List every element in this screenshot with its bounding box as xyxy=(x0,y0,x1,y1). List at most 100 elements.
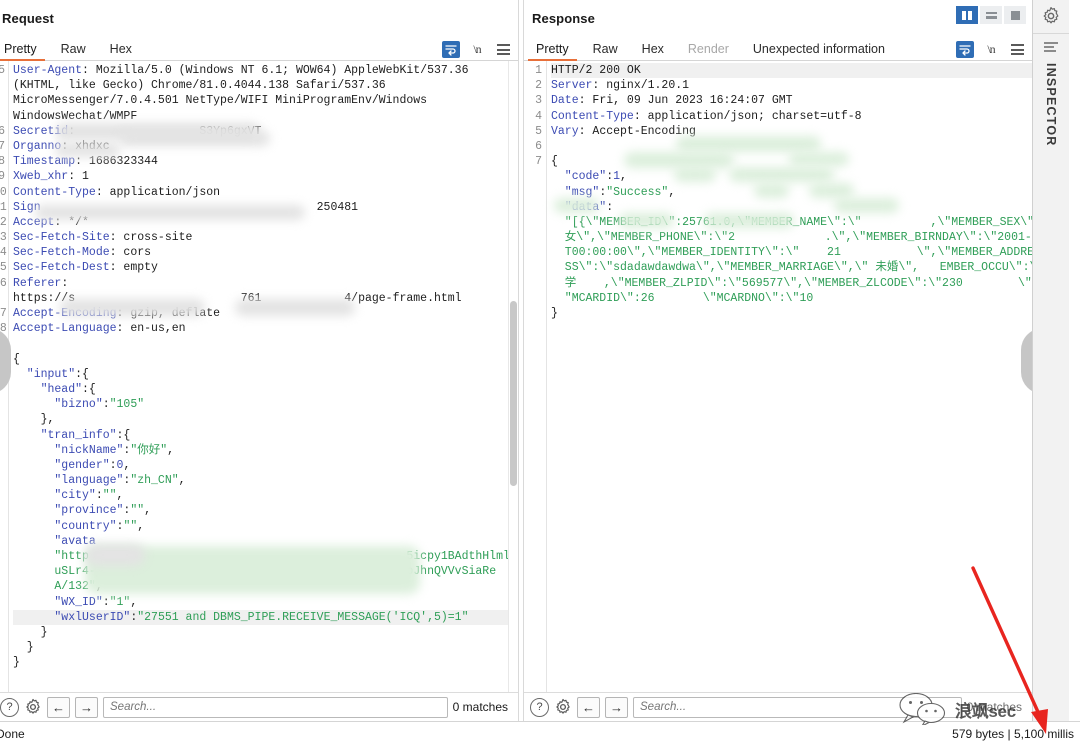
code-line[interactable]: A/132", xyxy=(13,579,518,594)
code-line[interactable]: Accept-Language: en-us,en xyxy=(13,321,518,336)
code-line[interactable]: HTTP/2 200 OK xyxy=(551,63,1032,79)
help-icon[interactable]: ? xyxy=(0,697,19,717)
request-editor[interactable]: 567891011121314151617181920 User-Agent: … xyxy=(0,61,518,692)
code-line[interactable]: "WX_ID":"1", xyxy=(13,595,518,610)
wrap-lines-icon[interactable] xyxy=(442,41,460,58)
code-line[interactable]: 女\",\"MEMBER_PHONE\":\"2 .\",\"MEMBER_BI… xyxy=(551,230,1032,245)
code-line[interactable]: "bizno":"105" xyxy=(13,397,518,412)
code-line[interactable]: "code":1, xyxy=(551,169,1032,184)
single-pane-icon[interactable] xyxy=(1004,6,1026,24)
code-line[interactable]: Sign 250481 xyxy=(13,200,518,215)
code-line[interactable]: "http 5icpy1BAdthHlml4 xyxy=(13,549,518,564)
code-line[interactable]: "avata xyxy=(13,534,518,549)
menu-icon[interactable] xyxy=(1008,41,1026,58)
code-line[interactable]: https://s 761 4/page-frame.html xyxy=(13,291,518,306)
tab-request-pretty[interactable]: Pretty xyxy=(0,42,49,61)
code-line[interactable]: 学 ,\"MEMBER_ZLPID\":\"569577\",\"MEMBER_… xyxy=(551,276,1032,291)
code-line[interactable]: "country":"", xyxy=(13,519,518,534)
inspector-label: INSPECTOR xyxy=(1044,63,1058,147)
wrap-lines-icon[interactable] xyxy=(956,41,974,58)
code-line[interactable]: "gender":0, xyxy=(13,458,518,473)
code-line[interactable]: { xyxy=(551,154,1032,169)
show-newlines-icon[interactable]: \n xyxy=(468,41,486,58)
line-number xyxy=(524,200,542,215)
help-icon[interactable]: ? xyxy=(530,697,549,717)
tab-response-raw[interactable]: Raw xyxy=(581,42,630,60)
code-line[interactable]: Organno: xhdxc xyxy=(13,139,518,154)
code-line[interactable]: "input":{ xyxy=(13,367,518,382)
code-line[interactable]: Secretid: S3Yp6gxVT xyxy=(13,124,518,139)
code-line[interactable]: "MCARDID\":26 \"MCARDNO\":\"10 xyxy=(551,291,1032,306)
line-number xyxy=(524,185,542,200)
code-line[interactable]: } xyxy=(13,625,518,640)
line-number xyxy=(524,245,542,260)
code-line[interactable]: "language":"zh_CN", xyxy=(13,473,518,488)
code-line[interactable]: Sec-Fetch-Mode: cors xyxy=(13,245,518,260)
code-line[interactable]: T00:00:00\",\"MEMBER_IDENTITY\":\" 21 \"… xyxy=(551,245,1032,260)
tab-request-raw[interactable]: Raw xyxy=(49,42,98,60)
code-line[interactable]: "wxlUserID":"27551 and DBMS_PIPE.RECEIVE… xyxy=(13,609,518,625)
code-line[interactable]: "tran_info":{ xyxy=(13,428,518,443)
code-line[interactable]: SS\":\"sdadawdawdwa\",\"MEMBER_MARRIAGE\… xyxy=(551,260,1032,275)
line-number: 7 xyxy=(0,139,5,153)
code-line[interactable]: User-Agent: Mozilla/5.0 (Windows NT 6.1;… xyxy=(13,63,518,78)
response-editor[interactable]: 1234567 HTTP/2 200 OK Server: nginx/1.20.… xyxy=(524,61,1032,692)
code-line[interactable]: Server: nginx/1.20.1 xyxy=(551,78,1032,93)
response-search-input[interactable] xyxy=(633,696,962,718)
code-line[interactable]: MicroMessenger/7.0.4.501 NetType/WIFI Mi… xyxy=(13,93,518,108)
request-response-split: Request Pretty Raw Hex \n 56789101112131 xyxy=(0,0,1080,721)
show-newlines-icon[interactable]: \n xyxy=(982,41,1000,58)
code-line[interactable]: "head":{ xyxy=(13,382,518,397)
code-line[interactable]: (KHTML, like Gecko) Chrome/81.0.4044.138… xyxy=(13,78,518,93)
code-line[interactable]: Content-Type: application/json; charset=… xyxy=(551,109,1032,124)
code-line[interactable]: WindowsWechat/WMPF xyxy=(13,109,518,124)
request-code[interactable]: User-Agent: Mozilla/5.0 (Windows NT 6.1;… xyxy=(9,61,518,692)
code-line[interactable]: Timestamp: 1686323344 xyxy=(13,154,518,169)
response-code[interactable]: HTTP/2 200 OK Server: nginx/1.20.1 Date: F… xyxy=(547,61,1032,692)
tab-response-pretty[interactable]: Pretty xyxy=(524,42,581,61)
gear-icon[interactable] xyxy=(554,698,572,716)
tab-response-unexpected-information[interactable]: Unexpected information xyxy=(741,42,897,60)
code-line[interactable] xyxy=(551,139,1032,154)
code-line[interactable]: } xyxy=(13,655,518,670)
code-line[interactable]: Referer: xyxy=(13,276,518,291)
find-prev-button[interactable]: ← xyxy=(47,696,70,718)
code-line[interactable]: Sec-Fetch-Dest: empty xyxy=(13,260,518,275)
code-line[interactable]: Xweb_xhr: 1 xyxy=(13,169,518,184)
panel-bars-icon[interactable] xyxy=(1044,42,1058,53)
request-search-input[interactable] xyxy=(103,696,448,718)
find-prev-button[interactable]: ← xyxy=(577,696,600,718)
gear-icon[interactable] xyxy=(24,698,42,716)
code-line[interactable]: { xyxy=(13,352,518,367)
code-line[interactable]: } xyxy=(551,306,1032,321)
tab-request-hex[interactable]: Hex xyxy=(98,42,144,60)
gear-icon[interactable] xyxy=(1041,6,1061,26)
code-line[interactable]: Vary: Accept-Encoding xyxy=(551,124,1032,139)
request-scrollbar-thumb[interactable] xyxy=(510,301,517,486)
code-line[interactable]: }, xyxy=(13,412,518,427)
code-line[interactable]: "city":"", xyxy=(13,488,518,503)
code-token: Secretid xyxy=(13,124,69,138)
find-next-button[interactable]: → xyxy=(605,696,628,718)
code-line[interactable] xyxy=(13,336,518,351)
code-line[interactable]: Content-Type: application/json xyxy=(13,185,518,200)
code-token: Vary xyxy=(551,124,579,138)
code-line[interactable]: uSLr4- icpJhnQVVvSiaRe xyxy=(13,564,518,579)
find-next-button[interactable]: → xyxy=(75,696,98,718)
tab-response-hex[interactable]: Hex xyxy=(630,42,676,60)
request-scrollbar[interactable] xyxy=(508,61,518,692)
split-vertical-icon[interactable] xyxy=(956,6,978,24)
code-line[interactable]: Accept: */* xyxy=(13,215,518,230)
line-number xyxy=(0,93,5,108)
code-line[interactable]: Accept-Encoding: gzip, deflate xyxy=(13,306,518,321)
code-line[interactable]: "province":"", xyxy=(13,503,518,518)
code-line[interactable]: Sec-Fetch-Site: cross-site xyxy=(13,230,518,245)
code-line[interactable]: "[{\"MEMBER_ID\":25761.0,\"MEMBER_NAME\"… xyxy=(551,215,1032,230)
code-line[interactable]: Date: Fri, 09 Jun 2023 16:24:07 GMT xyxy=(551,93,1032,108)
code-line[interactable]: } xyxy=(13,640,518,655)
code-line[interactable]: "msg":"Success", xyxy=(551,185,1032,200)
split-horizontal-icon[interactable] xyxy=(980,6,1002,24)
code-line[interactable]: "nickName":"你好", xyxy=(13,443,518,458)
menu-icon[interactable] xyxy=(494,41,512,58)
code-line[interactable]: "data": xyxy=(551,200,1032,215)
